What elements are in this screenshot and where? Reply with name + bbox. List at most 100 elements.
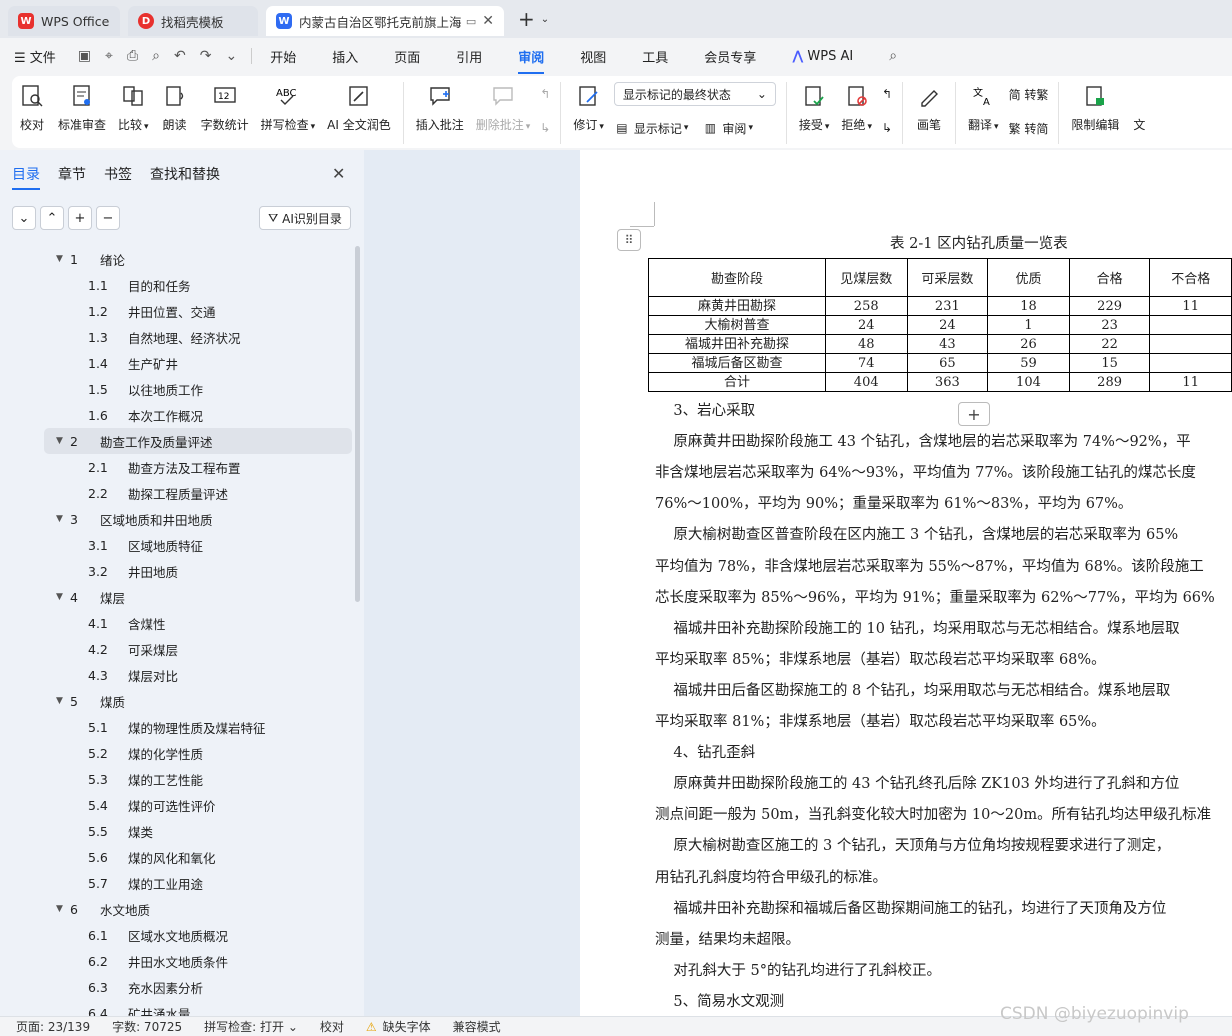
compare-button[interactable]: 比较 ▾ bbox=[112, 82, 155, 133]
markup-state-dropdown[interactable]: 显示标记的最终状态 ⌄ bbox=[613, 82, 776, 106]
standard-review-button[interactable]: 标准审查 bbox=[52, 82, 112, 133]
menu-tools[interactable]: 工具 bbox=[642, 47, 668, 66]
toc-item[interactable]: 2.1 勘查方法及工程布置 bbox=[44, 454, 352, 480]
word-count-indicator[interactable]: 字数: 70725 bbox=[112, 1018, 182, 1035]
toc-item[interactable]: 5.5 煤类 bbox=[44, 818, 352, 844]
table-header-cell[interactable]: 可采层数 bbox=[906, 258, 989, 297]
table-cell[interactable]: 大榆树普查 bbox=[648, 315, 826, 335]
revise-button[interactable]: 修订 ▾ bbox=[567, 82, 610, 133]
toc-item[interactable]: 1.1 目的和任务 bbox=[44, 272, 352, 298]
table-cell[interactable]: 65 bbox=[906, 353, 989, 373]
toc-item[interactable]: 1.4 生产矿井 bbox=[44, 350, 352, 376]
add-heading-icon[interactable]: + bbox=[68, 206, 92, 230]
table-row[interactable]: 福城后备区勘查 74 65 59 15 bbox=[648, 353, 1232, 373]
toc-item[interactable]: 5.1 煤的物理性质及煤岩特征 bbox=[44, 714, 352, 740]
table-cell[interactable]: 福城井田补充勘探 bbox=[648, 334, 826, 354]
previous-comment-icon[interactable]: ↰ bbox=[540, 82, 550, 106]
toc-item[interactable]: 6.2 井田水文地质条件 bbox=[44, 948, 352, 974]
expand-arrow-icon[interactable]: ▼ bbox=[56, 514, 68, 524]
toc-item[interactable]: 3.1 区域地质特征 bbox=[44, 532, 352, 558]
show-markup-button[interactable]: ▤ 显示标记 ▾ bbox=[614, 116, 688, 140]
table-cell[interactable]: 1 bbox=[987, 315, 1070, 335]
toc-item[interactable]: 6.3 充水因素分析 bbox=[44, 974, 352, 1000]
menu-review[interactable]: 审阅 bbox=[518, 47, 545, 74]
table-header-cell[interactable]: 优质 bbox=[987, 258, 1070, 297]
toc-item[interactable]: 6.1 区域水文地质概况 bbox=[44, 922, 352, 948]
table-cell[interactable]: 231 bbox=[906, 296, 989, 316]
toc-item[interactable]: 3.2 井田地质 bbox=[44, 558, 352, 584]
drill-quality-table[interactable]: 勘查阶段 见煤层数 可采层数 优质 合格 不合格 麻黄井田勘探 258 231 18 229 11 大… bbox=[648, 258, 1232, 392]
table-header-cell[interactable]: 见煤层数 bbox=[824, 258, 908, 297]
menu-start[interactable]: 开始 bbox=[270, 47, 296, 66]
review-pane-button[interactable]: ▥ 审阅 ▾ bbox=[702, 116, 753, 140]
table-cell[interactable]: 363 bbox=[906, 372, 989, 392]
missing-font-indicator[interactable]: ⚠ 缺失字体 bbox=[366, 1018, 431, 1035]
table-cell[interactable]: 43 bbox=[906, 334, 989, 354]
toc-item[interactable]: ▼ 6 水文地质 bbox=[44, 896, 352, 922]
table-cell[interactable]: 合计 bbox=[648, 372, 826, 392]
expand-arrow-icon[interactable]: ▼ bbox=[56, 904, 68, 914]
next-comment-icon[interactable]: ↳ bbox=[540, 116, 550, 140]
toc-item[interactable]: 4.1 含煤性 bbox=[44, 610, 352, 636]
table-cell[interactable]: 15 bbox=[1068, 353, 1151, 373]
new-tab-icon[interactable]: + bbox=[518, 7, 535, 31]
tab-sections[interactable]: 章节 bbox=[58, 164, 86, 184]
table-cell[interactable]: 74 bbox=[824, 353, 908, 373]
table-cell[interactable] bbox=[1149, 353, 1232, 373]
table-cell[interactable]: 48 bbox=[824, 334, 908, 354]
to-simplified-button[interactable]: 繁 转简 bbox=[1009, 116, 1049, 140]
tab-find-replace[interactable]: 查找和替换 bbox=[150, 164, 220, 184]
toc-item[interactable]: 5.6 煤的风化和氧化 bbox=[44, 844, 352, 870]
expand-arrow-icon[interactable]: ▼ bbox=[56, 254, 68, 264]
toc-item[interactable]: ▼ 2 勘查工作及质量评述 bbox=[44, 428, 352, 454]
ai-polish-button[interactable]: AI 全文润色 bbox=[321, 82, 397, 133]
table-row[interactable]: 合计 404 363 104 289 11 bbox=[648, 372, 1232, 392]
print-icon[interactable]: ⎙ bbox=[127, 48, 138, 64]
table-cell[interactable]: 104 bbox=[987, 372, 1070, 392]
menu-member[interactable]: 会员专享 bbox=[704, 47, 756, 66]
table-cell[interactable]: 11 bbox=[1149, 372, 1232, 392]
menu-wps-ai[interactable]: ⋀ WPS AI bbox=[792, 49, 853, 64]
accept-button[interactable]: 接受 ▾ bbox=[793, 82, 836, 133]
toc-item[interactable]: 1.6 本次工作概况 bbox=[44, 402, 352, 428]
restrict-edit-button[interactable]: 限制编辑 bbox=[1065, 82, 1125, 133]
table-cell[interactable]: 289 bbox=[1068, 372, 1151, 392]
translate-button[interactable]: 文A 翻译 ▾ bbox=[962, 82, 1005, 133]
spell-check-button[interactable]: ABC 拼写检查 ▾ bbox=[255, 82, 322, 133]
read-aloud-button[interactable]: 朗读 bbox=[155, 82, 195, 133]
table-cell[interactable]: 11 bbox=[1149, 296, 1232, 316]
tab-template[interactable]: D 找稻壳模板 bbox=[128, 6, 258, 36]
redo-icon[interactable]: ↷ bbox=[200, 48, 212, 64]
previous-revision-icon[interactable]: ↰ bbox=[882, 82, 892, 106]
toc-item[interactable]: 4.3 煤层对比 bbox=[44, 662, 352, 688]
table-row[interactable]: 福城井田补充勘探 48 43 26 22 bbox=[648, 334, 1232, 354]
to-traditional-button[interactable]: 简 转繁 bbox=[1009, 82, 1049, 106]
print-preview-icon[interactable]: ⌕ bbox=[152, 48, 160, 64]
page-indicator[interactable]: 页面: 23/139 bbox=[16, 1018, 90, 1035]
toc-item[interactable]: 5.3 煤的工艺性能 bbox=[44, 766, 352, 792]
file-menu[interactable]: ☰ 文件 bbox=[14, 47, 56, 66]
save-icon[interactable]: ▣ bbox=[78, 48, 91, 64]
menu-reference[interactable]: 引用 bbox=[456, 47, 482, 66]
toc-item[interactable]: ▼ 4 煤层 bbox=[44, 584, 352, 610]
toc-item[interactable]: 4.2 可采煤层 bbox=[44, 636, 352, 662]
tab-bookmarks[interactable]: 书签 bbox=[104, 164, 132, 184]
table-cell[interactable]: 22 bbox=[1068, 334, 1151, 354]
table-cell[interactable] bbox=[1149, 315, 1232, 335]
toc-item[interactable]: 5.7 煤的工业用途 bbox=[44, 870, 352, 896]
table-cell[interactable]: 24 bbox=[824, 315, 908, 335]
close-pane-icon[interactable]: ✕ bbox=[332, 164, 345, 183]
pen-button[interactable]: 画笔 bbox=[909, 82, 949, 133]
table-cell[interactable]: 59 bbox=[987, 353, 1070, 373]
toc-scrollbar[interactable] bbox=[355, 246, 360, 602]
next-revision-icon[interactable]: ↳ bbox=[882, 116, 892, 140]
menu-insert[interactable]: 插入 bbox=[332, 47, 358, 66]
toc-item[interactable]: ▼ 5 煤质 bbox=[44, 688, 352, 714]
table-cell[interactable]: 404 bbox=[824, 372, 908, 392]
toc-item[interactable]: 1.2 井田位置、交通 bbox=[44, 298, 352, 324]
brush-icon[interactable]: ⌖ bbox=[105, 48, 113, 64]
chevron-down-icon[interactable]: ⌄ bbox=[541, 14, 549, 25]
table-cell[interactable]: 229 bbox=[1068, 296, 1151, 316]
tab-toc[interactable]: 目录 bbox=[12, 164, 40, 190]
table-header-cell[interactable]: 合格 bbox=[1068, 258, 1151, 297]
